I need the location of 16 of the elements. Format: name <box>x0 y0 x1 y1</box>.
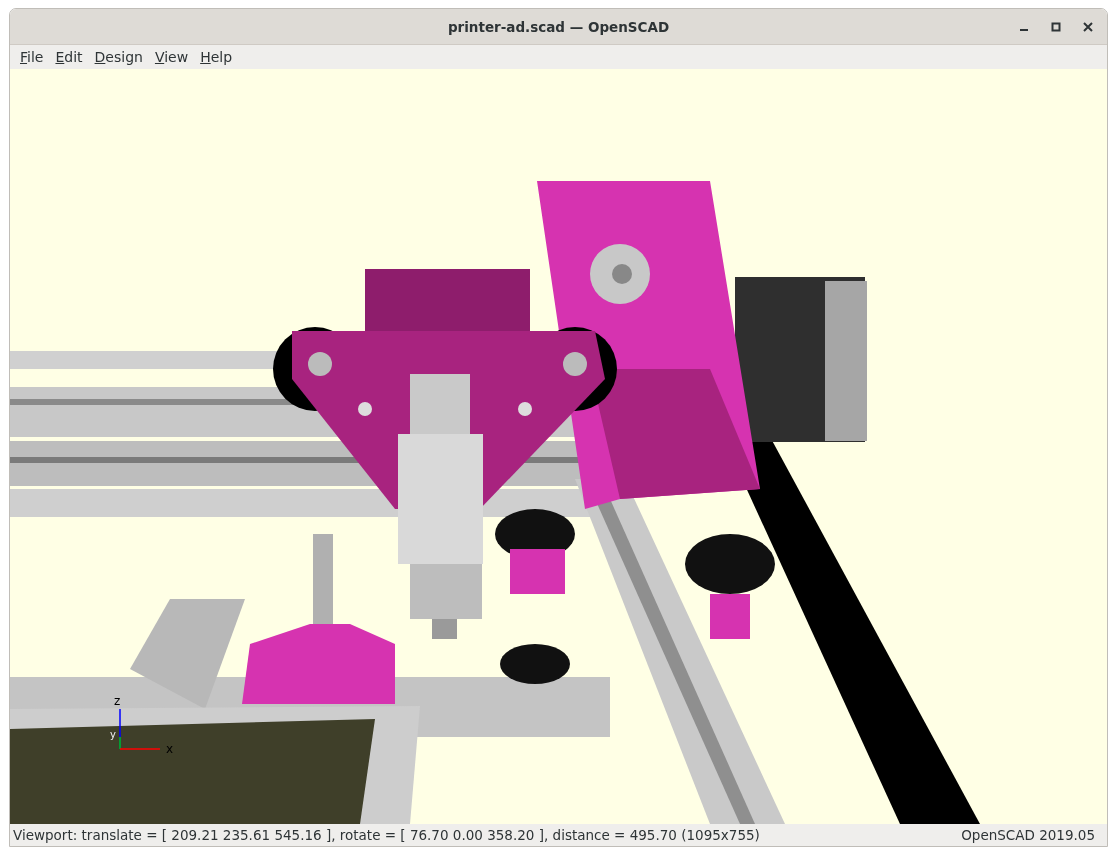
close-icon <box>1083 22 1093 32</box>
menu-item[interactable]: Design <box>88 47 149 67</box>
axes-icon <box>119 708 161 750</box>
menu-item[interactable]: View <box>148 47 195 67</box>
version-label: OpenSCAD 2019.05 <box>961 827 1095 843</box>
menu-item[interactable]: Edit <box>49 47 89 67</box>
viewport-info: Viewport: translate = [ 209.21 235.61 545.16 ], rotate = [ 76.70 0.00 358.20 ], distance = 495.70 (1095x755) <box>13 827 760 843</box>
3d-viewport[interactable]: z y x <box>10 69 1107 824</box>
axis-label: z <box>114 694 121 708</box>
axis-label: x <box>166 742 174 756</box>
minimize-icon <box>1020 29 1028 31</box>
menu-item[interactable]: File <box>14 47 50 67</box>
maximize-icon <box>1051 22 1061 32</box>
window-title: printer-ad.scad — OpenSCAD <box>447 18 670 35</box>
axis-label: y <box>110 729 116 740</box>
menu-item[interactable]: Help <box>194 47 239 67</box>
